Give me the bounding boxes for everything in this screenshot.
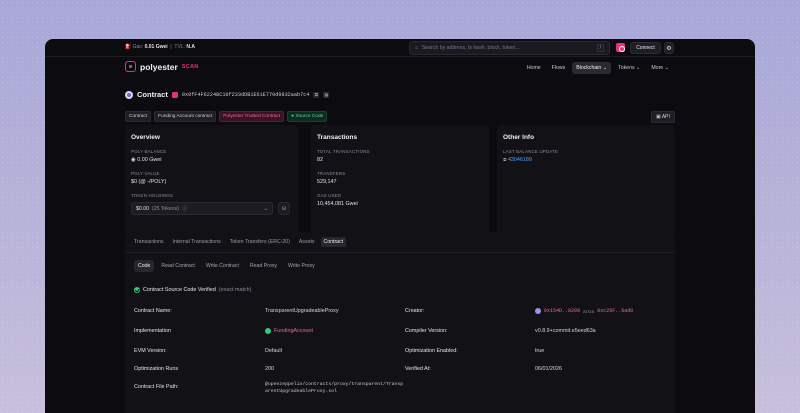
creator-value: 0x154D..0209 at txn 0xc26F..6ad0 [535,308,633,314]
chevron-down-icon: ⌄ [263,205,268,212]
tag-trusted[interactable]: Polyester Trusted Contract [219,111,285,122]
chevron-down-icon: ⌄ [636,65,641,71]
creator-label: Creator: [405,308,425,314]
contract-header: Contract 0x8fF4F6224BC10f233dDB1E61E770d… [125,90,330,99]
implementation-label: Implementation [134,328,171,334]
nav-blockchain[interactable]: Blockchain ⌄ [572,62,612,74]
search-input[interactable] [421,45,593,51]
tag-funding-account[interactable]: Funding Account contract [154,111,217,122]
brand-mark-icon [125,61,136,72]
tag-contract[interactable]: Contract [125,111,152,122]
page-title: Contract [137,90,168,99]
contract-name-label: Contract Name: [134,308,172,314]
search-shortcut: / [596,44,604,52]
other-info-title: Other Info [503,134,535,141]
creator-address-link[interactable]: 0x154D..0209 [544,308,580,314]
main-nav: Home Flows Blockchain ⌄ Tokens ⌄ More ⌄ [523,62,673,74]
connect-button[interactable]: Connect [630,42,661,54]
poly-value-label: POLY VALUE [131,171,160,176]
creator-txn-link[interactable]: 0xc26F..6ad0 [597,308,633,314]
optimization-runs-value: 200 [265,366,274,372]
total-transactions-value: 82 [317,157,323,163]
tab-contract[interactable]: Contract [320,237,347,247]
verified-at-value: 06/01/2026 [535,366,562,372]
search-bar[interactable]: ⌕ / [409,41,610,55]
poly-coin-icon: ◉ [131,157,136,163]
contract-tags: Contract Funding Account contract Polyes… [125,111,328,122]
contract-panel: Transactions Internal Transactions Token… [125,232,675,413]
subtab-write-contract[interactable]: Write Contract [202,260,243,272]
tab-transactions[interactable]: Transactions [131,237,167,247]
compiler-version-value: v0.8.9+commit.e5eed63a [535,328,596,334]
main-tabs: Transactions Internal Transactions Token… [131,237,347,247]
gas-tvl-info: ⛽ Gas: 0.01 Gwei | TVL: N.A [125,44,195,50]
contract-subtabs: Code Read Contract Write Contract Read P… [134,260,319,272]
tvl-value: N.A [186,44,195,50]
nav-tokens[interactable]: Tokens ⌄ [614,62,644,74]
contract-address: 0x8fF4F6224BC10f233dDB1E61E770d9832aab7c… [181,91,310,98]
optimization-runs-label: Optimization Runs [134,366,179,372]
info-icon: ⓘ [182,206,188,212]
token-holdings-expand-button[interactable]: ⛁ [278,202,290,215]
contract-icon [125,90,133,99]
tab-internal-transactions[interactable]: Internal Transactions [170,237,224,247]
evm-version-value: Default [265,348,283,354]
contract-name-value: TransparentUpgradeableProxy [265,308,339,314]
file-path-label: Contract File Path: [134,384,179,390]
poly-balance-value: ◉ 0.00 Gwei [131,157,162,163]
token-holdings-dropdown[interactable]: $0.00 (25 Tokens) ⓘ ⌄ [131,202,273,215]
tag-source-code[interactable]: ● Source Code [287,111,328,122]
verified-dot-icon [265,328,271,334]
gas-icon: ⛽ [125,44,132,50]
nav-more[interactable]: More ⌄ [647,62,673,74]
nav-flows[interactable]: Flows [548,62,570,74]
tabs-divider [125,252,675,253]
app-window: ⛽ Gas: 0.01 Gwei | TVL: N.A ⌕ / Connect … [45,39,755,413]
search-icon: ⌕ [415,45,418,51]
overview-title: Overview [131,134,160,141]
copy-icon[interactable]: ⧉ [313,91,320,98]
file-path-value: @openzeppelin/contracts/proxy/transparen… [265,382,404,394]
tab-assets[interactable]: Assets [296,237,318,247]
verified-badge-icon [171,91,178,98]
api-button[interactable]: ▣ API [651,111,675,123]
subtab-read-contract[interactable]: Read Contract [157,260,198,272]
evm-version-label: EVM Version: [134,348,167,354]
tab-token-transfers[interactable]: Token Transfers (ERC-20) [227,237,293,247]
nav-home[interactable]: Home [523,62,545,74]
network-logo-icon[interactable] [616,43,625,52]
compiler-version-label: Compiler Version: [405,328,448,334]
qr-code-icon[interactable]: ▦ [323,91,330,98]
transactions-title: Transactions [317,134,358,141]
chevron-down-icon: ⌄ [664,65,669,71]
last-balance-update-link[interactable]: ⧈ 43046189 [503,157,532,164]
subtab-code[interactable]: Code [134,260,155,272]
subtab-write-proxy[interactable]: Write Proxy [284,260,319,272]
block-icon: ⧈ [503,157,507,163]
top-bar: ⛽ Gas: 0.01 Gwei | TVL: N.A ⌕ / Connect … [45,39,755,57]
token-holdings-label: TOKEN HOLDINGS [131,193,173,198]
optimization-enabled-value: true [535,348,545,354]
verification-status: Contract Source Code Verified (exact mat… [134,287,251,293]
implementation-link[interactable]: FundingAccount [274,328,313,334]
gas-used-value: 10,454,081 Gwei [317,201,358,207]
gas-value: 0.01 Gwei [144,44,168,50]
check-circle-icon [134,287,140,293]
address-avatar-icon [535,308,541,314]
optimization-enabled-label: Optimization Enabled: [405,348,458,354]
poly-value-value: $0 (@ -/POLY) [131,179,167,185]
gear-icon[interactable]: ⚙ [664,42,674,54]
brand-logo[interactable]: polyester SCAN [125,61,199,72]
poly-balance-label: POLY BALANCE [131,149,167,154]
subtab-read-proxy[interactable]: Read Proxy [246,260,281,272]
transfers-value: 529,147 [317,179,337,185]
verified-at-label: Verified At: [405,366,431,372]
implementation-value: FundingAccount [265,328,313,334]
chevron-down-icon: ⌄ [602,65,608,71]
